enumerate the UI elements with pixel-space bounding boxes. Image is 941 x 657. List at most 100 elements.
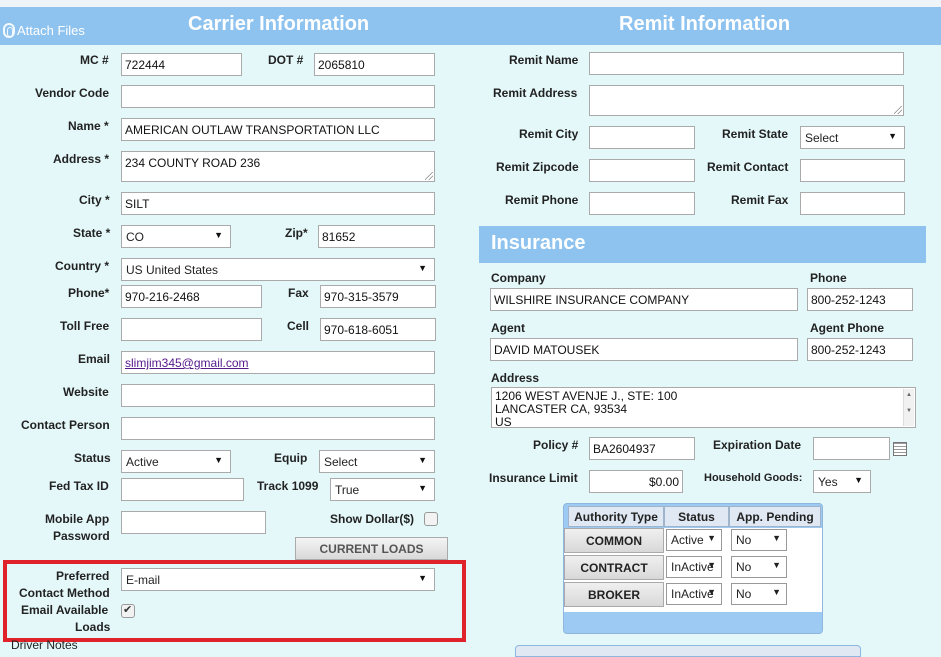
dropdown-arrow-icon: ▼ bbox=[888, 131, 897, 141]
ins-address-textarea[interactable]: 1206 WEST AVENJE J., STE: 100 LANCASTER … bbox=[491, 387, 916, 428]
current-loads-button[interactable]: CURRENT LOADS bbox=[295, 537, 448, 560]
row-status-select[interactable]: InActive ▼ bbox=[666, 556, 722, 578]
phone-input[interactable]: 970-216-2468 bbox=[121, 285, 262, 308]
row-status-select[interactable]: Active ▼ bbox=[666, 529, 722, 551]
insurance-title: Insurance bbox=[491, 232, 586, 254]
dropdown-arrow-icon: ▼ bbox=[707, 533, 716, 543]
toll-free-label: Toll Free bbox=[60, 319, 110, 333]
authority-table: Authority Type Status App. Pending COMMO… bbox=[563, 503, 823, 634]
authority-type-header: Authority Type bbox=[568, 506, 664, 527]
remit-address-textarea[interactable] bbox=[589, 85, 904, 116]
row-status-value: Active bbox=[671, 533, 704, 547]
agent-label: Agent bbox=[491, 321, 525, 335]
remit-fax-input[interactable] bbox=[800, 192, 905, 215]
state-value: CO bbox=[126, 230, 144, 244]
country-label: Country * bbox=[55, 259, 109, 273]
expiration-label: Expiration Date bbox=[713, 438, 802, 452]
row-pending-value: No bbox=[736, 560, 752, 574]
expiration-input[interactable] bbox=[813, 437, 890, 460]
authority-rows: COMMON Active ▼ No ▼ CONTRACT InActive ▼… bbox=[564, 528, 822, 612]
scrollbar[interactable] bbox=[903, 389, 914, 426]
authority-type-cell[interactable]: COMMON bbox=[564, 528, 664, 553]
remit-phone-input[interactable] bbox=[589, 192, 695, 215]
ins-phone-input[interactable]: 800-252-1243 bbox=[807, 288, 913, 311]
row-pending-select[interactable]: No ▼ bbox=[731, 583, 787, 605]
mc-label: MC # bbox=[80, 53, 109, 67]
dropdown-arrow-icon: ▼ bbox=[214, 230, 223, 240]
resize-grip-icon[interactable] bbox=[425, 172, 433, 180]
equip-select[interactable]: Select ▼ bbox=[319, 450, 435, 473]
city-label: City * bbox=[79, 193, 110, 207]
remit-city-input[interactable] bbox=[589, 126, 695, 149]
password-label: Password bbox=[53, 529, 110, 543]
attach-files-label: Attach Files bbox=[17, 23, 85, 38]
remit-state-label: Remit State bbox=[722, 127, 789, 141]
website-input[interactable] bbox=[121, 384, 435, 407]
agent-phone-input[interactable]: 800-252-1243 bbox=[807, 338, 913, 361]
household-goods-select[interactable]: Yes ▼ bbox=[813, 470, 871, 493]
insurance-header: Insurance bbox=[479, 226, 926, 263]
insurance-limit-input[interactable]: $0.00 bbox=[589, 470, 683, 493]
status-header: Status bbox=[664, 506, 729, 527]
city-input[interactable]: SILT bbox=[121, 192, 435, 215]
household-goods-value: Yes bbox=[818, 475, 838, 489]
fed-tax-input[interactable] bbox=[121, 478, 244, 501]
vendor-code-input[interactable] bbox=[121, 85, 435, 108]
name-input[interactable]: AMERICAN OUTLAW TRANSPORTATION LLC bbox=[121, 118, 435, 141]
cell-label: Cell bbox=[287, 319, 310, 333]
show-dollar-label: Show Dollar($) bbox=[330, 512, 415, 526]
contact-person-label: Contact Person bbox=[21, 418, 110, 432]
track-1099-label: Track 1099 bbox=[257, 479, 319, 493]
show-dollar-checkbox[interactable] bbox=[424, 512, 438, 526]
row-pending-select[interactable]: No ▼ bbox=[731, 556, 787, 578]
contact-person-input[interactable] bbox=[121, 417, 435, 440]
remit-zipcode-input[interactable] bbox=[589, 159, 695, 182]
dropdown-arrow-icon: ▼ bbox=[772, 533, 781, 543]
documents-table-header bbox=[515, 645, 861, 657]
policy-input[interactable]: BA2604937 bbox=[589, 437, 695, 460]
fax-input[interactable]: 970-315-3579 bbox=[320, 285, 436, 308]
status-select[interactable]: Active ▼ bbox=[121, 450, 231, 473]
email-link[interactable]: slimjim345@gmail.com bbox=[125, 356, 249, 370]
row-pending-select[interactable]: No ▼ bbox=[731, 529, 787, 551]
company-label: Company bbox=[491, 271, 546, 285]
remit-name-input[interactable] bbox=[589, 52, 904, 75]
cell-input[interactable]: 970-618-6051 bbox=[320, 318, 436, 341]
ins-address-label: Address bbox=[491, 371, 540, 385]
name-label: Name * bbox=[68, 119, 109, 133]
email-label: Email bbox=[78, 352, 111, 366]
company-input[interactable]: WILSHIRE INSURANCE COMPANY bbox=[490, 288, 798, 311]
track-1099-value: True bbox=[335, 483, 360, 497]
dot-input[interactable]: 2065810 bbox=[314, 53, 435, 76]
state-select[interactable]: CO ▼ bbox=[121, 225, 231, 248]
remit-contact-label: Remit Contact bbox=[707, 160, 789, 174]
remit-zipcode-label: Remit Zipcode bbox=[496, 160, 579, 174]
remit-name-label: Remit Name bbox=[509, 53, 579, 67]
zip-input[interactable]: 81652 bbox=[318, 225, 435, 248]
remit-state-select[interactable]: Select ▼ bbox=[800, 126, 905, 149]
track-1099-select[interactable]: True ▼ bbox=[330, 478, 435, 501]
mobile-password-input[interactable] bbox=[121, 511, 266, 534]
agent-input[interactable]: DAVID MATOUSEK bbox=[490, 338, 798, 361]
email-input[interactable]: slimjim345@gmail.com bbox=[121, 351, 435, 374]
status-value: Active bbox=[126, 455, 159, 469]
authority-type-cell[interactable]: BROKER bbox=[564, 582, 664, 607]
ins-address-line2: LANCASTER CA, 93534 bbox=[495, 402, 628, 416]
toll-free-input[interactable] bbox=[121, 318, 262, 341]
resize-grip-icon[interactable] bbox=[894, 106, 902, 114]
equip-label: Equip bbox=[274, 451, 308, 465]
row-status-select[interactable]: InActive ▼ bbox=[666, 583, 722, 605]
remit-fax-label: Remit Fax bbox=[731, 193, 789, 207]
authority-type-cell[interactable]: CONTRACT bbox=[564, 555, 664, 580]
calendar-icon[interactable] bbox=[893, 442, 907, 456]
mc-input[interactable]: 722444 bbox=[121, 53, 242, 76]
remit-contact-input[interactable] bbox=[800, 159, 905, 182]
mobile-app-label: Mobile App bbox=[45, 512, 110, 526]
ins-address-line3: US bbox=[495, 415, 512, 428]
remit-phone-label: Remit Phone bbox=[505, 193, 579, 207]
dropdown-arrow-icon: ▼ bbox=[707, 587, 716, 597]
attach-files-link[interactable]: Attach Files bbox=[3, 23, 85, 38]
country-select[interactable]: US United States ▼ bbox=[121, 258, 435, 281]
dot-label: DOT # bbox=[268, 53, 304, 67]
address-textarea[interactable]: 234 COUNTY ROAD 236 bbox=[121, 151, 435, 182]
